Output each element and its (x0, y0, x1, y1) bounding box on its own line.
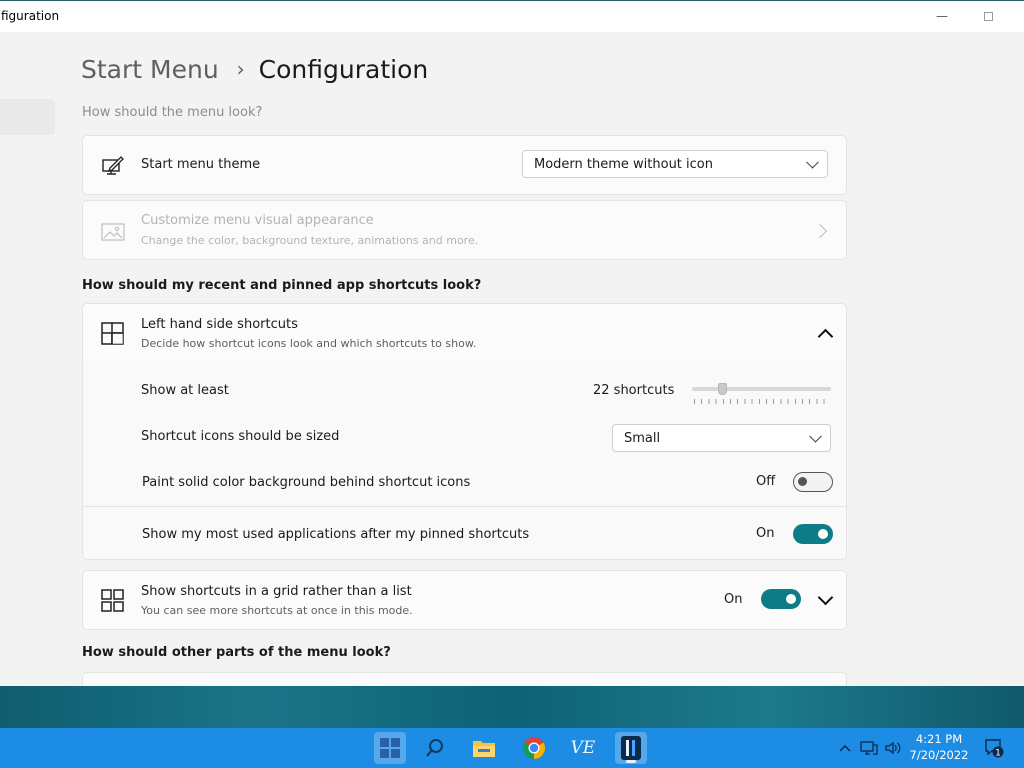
breadcrumb-separator: › (236, 57, 245, 81)
shortcut-count-value: 22 shortcuts (593, 383, 675, 398)
file-explorer-icon (473, 741, 495, 757)
chevron-down-icon (809, 429, 822, 443)
file-explorer-button[interactable] (468, 732, 500, 764)
panel-divider (83, 506, 846, 507)
slider-thumb[interactable] (718, 383, 727, 395)
grid-toggle[interactable] (761, 589, 801, 609)
visual-appearance-card[interactable]: Customize menu visual appearance Change … (82, 200, 847, 260)
maximize-button[interactable] (978, 7, 998, 25)
notification-icon: 1 (985, 739, 1004, 759)
taskbar: VE 4:21 PM 7/20/2022 1 (0, 728, 1024, 768)
paint-bg-label: Paint solid color background behind shor… (142, 475, 471, 490)
chevron-down-icon[interactable] (817, 589, 834, 606)
theme-label: Start menu theme (141, 157, 261, 172)
most-used-toggle[interactable] (793, 524, 833, 544)
search-icon (426, 739, 443, 757)
grid-sub: You can see more shortcuts at once in th… (141, 604, 413, 617)
window-title: figuration (1, 9, 60, 23)
slider-track (692, 387, 831, 391)
nav-selected-item[interactable] (0, 99, 55, 135)
grid-icon (101, 589, 124, 612)
volume-icon[interactable] (884, 740, 902, 756)
paint-bg-state: Off (756, 474, 776, 489)
system-tray (838, 728, 902, 768)
section-heading-other: How should other parts of the menu look? (82, 645, 391, 660)
config-app-icon (621, 736, 641, 760)
visual-appearance-label: Customize menu visual appearance (141, 213, 374, 228)
paint-bg-toggle[interactable] (793, 472, 833, 492)
chevron-up-icon[interactable] (817, 328, 834, 345)
chevron-down-icon (806, 155, 819, 169)
most-used-label: Show my most used applications after my … (142, 527, 530, 542)
config-app-button[interactable] (615, 732, 647, 764)
show-at-least-label: Show at least (141, 383, 229, 398)
minimize-button[interactable]: — (932, 7, 952, 25)
breadcrumb-parent[interactable]: Start Menu (81, 55, 219, 84)
chrome-icon (523, 737, 545, 759)
icon-size-value: Small (624, 430, 661, 446)
pen-monitor-icon (102, 156, 124, 175)
taskbar-clock[interactable]: 4:21 PM 7/20/2022 (906, 731, 972, 763)
clock-time: 4:21 PM (915, 732, 963, 746)
start-icon (380, 738, 400, 758)
ve-app-icon: VE (570, 738, 596, 758)
image-icon (101, 223, 125, 241)
theme-dropdown[interactable]: Modern theme without icon (522, 150, 828, 178)
notification-count: 1 (995, 749, 1001, 759)
app-window: figuration — Start Menu › Configuration … (0, 0, 1024, 686)
notification-center-button[interactable]: 1 (984, 738, 1004, 759)
desktop-wallpaper (0, 686, 1024, 728)
section-heading-shortcuts: How should my recent and pinned app shor… (82, 278, 482, 293)
layout-icon (101, 322, 124, 345)
chrome-button[interactable] (518, 732, 550, 764)
slider-ticks (694, 399, 830, 404)
breadcrumb: Start Menu › Configuration (81, 51, 428, 87)
ve-app-button[interactable]: VE (567, 732, 599, 764)
shortcut-count-slider[interactable] (692, 383, 832, 407)
grid-card[interactable]: Show shortcuts in a grid rather than a l… (82, 570, 847, 630)
chevron-up-icon[interactable] (838, 741, 852, 755)
theme-card: Start menu theme Modern theme without ic… (82, 135, 847, 195)
icon-size-dropdown[interactable]: Small (612, 424, 831, 452)
grid-state: On (724, 592, 743, 607)
theme-dropdown-value: Modern theme without icon (534, 156, 713, 172)
maximize-icon (983, 12, 993, 21)
page-title: Configuration (258, 54, 429, 84)
title-bar[interactable]: figuration — (0, 1, 1024, 32)
search-button[interactable] (419, 732, 451, 764)
network-icon[interactable] (860, 740, 878, 756)
icon-size-label: Shortcut icons should be sized (141, 429, 340, 444)
chevron-right-icon (812, 223, 828, 239)
left-shortcuts-label: Left hand side shortcuts (141, 317, 298, 332)
left-shortcuts-sub: Decide how shortcut icons look and which… (141, 337, 477, 350)
left-shortcuts-card[interactable]: Left hand side shortcuts Decide how shor… (82, 303, 847, 363)
active-app-indicator (626, 760, 636, 763)
visual-appearance-sub: Change the color, background texture, an… (141, 234, 479, 247)
clock-date: 7/20/2022 (909, 748, 969, 762)
next-card-partial (82, 672, 847, 686)
grid-label: Show shortcuts in a grid rather than a l… (141, 584, 412, 599)
section-heading-menu-look: How should the menu look? (82, 105, 263, 120)
start-button[interactable] (374, 732, 406, 764)
most-used-state: On (756, 526, 775, 541)
